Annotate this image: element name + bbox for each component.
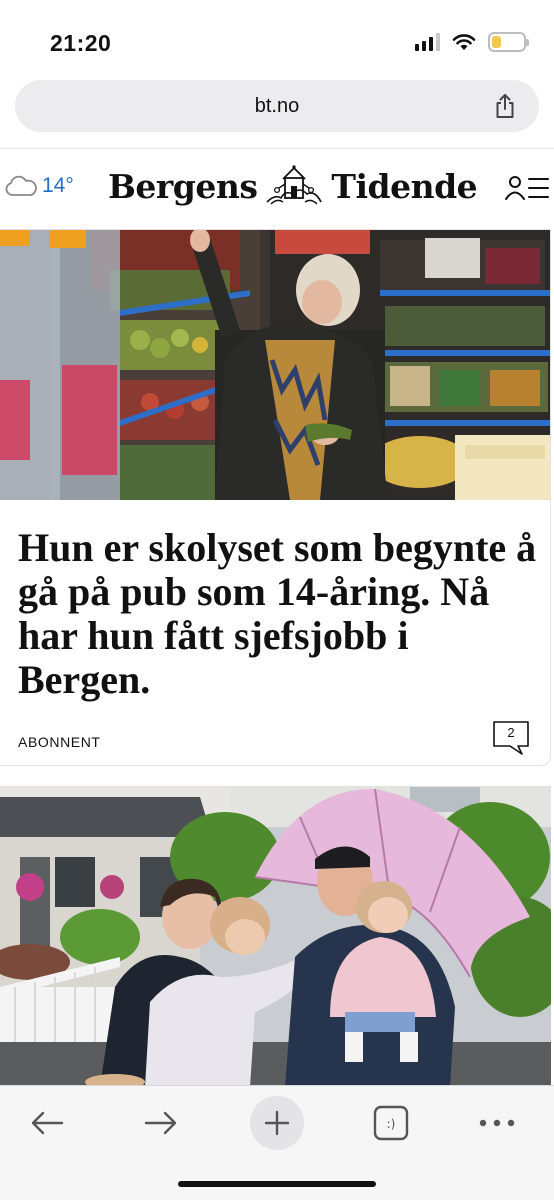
arrow-left-icon: [31, 1111, 64, 1135]
tabs-icon: :): [373, 1105, 409, 1141]
city-crest-icon: [266, 165, 323, 205]
new-tab-button[interactable]: [250, 1096, 304, 1150]
site-header: 14° Bergens Tidende: [0, 150, 554, 226]
user-menu-icon[interactable]: [504, 174, 550, 202]
logo-word-left: Bergens: [108, 166, 258, 206]
address-bar[interactable]: bt.no: [15, 80, 539, 132]
status-bar: 21:20: [0, 0, 554, 72]
family-with-umbrella-photo[interactable]: [0, 787, 551, 1086]
url-text[interactable]: bt.no: [255, 95, 299, 118]
divider: [0, 148, 554, 149]
more-button[interactable]: [470, 1096, 524, 1150]
browser-toolbar: :): [0, 1085, 554, 1200]
logo-word-right: Tidende: [331, 166, 478, 206]
article-card[interactable]: [0, 786, 551, 1086]
article-card[interactable]: Hun er skolyset som begynte å gå på pub …: [0, 229, 551, 766]
tabs-button[interactable]: :): [364, 1096, 418, 1150]
article-headline[interactable]: Hun er skolyset som begynte å gå på pub …: [18, 526, 538, 702]
svg-text::): :): [387, 1117, 396, 1131]
subscriber-badge: ABONNENT: [18, 734, 101, 750]
woman-in-grocery-store-photo[interactable]: [0, 230, 550, 500]
back-button[interactable]: [20, 1096, 74, 1150]
battery-level: [492, 36, 501, 48]
wifi-icon: [452, 34, 476, 50]
home-indicator[interactable]: [178, 1181, 376, 1187]
more-dots-icon: [479, 1119, 515, 1127]
cloud-icon: [5, 175, 37, 196]
temperature: 14°: [42, 174, 74, 197]
status-time: 21:20: [50, 30, 112, 56]
battery-icon: [488, 32, 529, 52]
cellular-signal-icon: [415, 33, 440, 51]
share-icon[interactable]: [491, 92, 519, 120]
status-icons: [415, 32, 529, 52]
comment-count-button[interactable]: 2: [492, 720, 530, 756]
arrow-right-icon: [144, 1111, 177, 1135]
site-logo[interactable]: Bergens Tidende: [108, 164, 478, 208]
weather-widget[interactable]: 14°: [4, 174, 74, 198]
comment-count: 2: [507, 725, 515, 740]
plus-icon: [250, 1096, 304, 1150]
forward-button[interactable]: [134, 1096, 188, 1150]
